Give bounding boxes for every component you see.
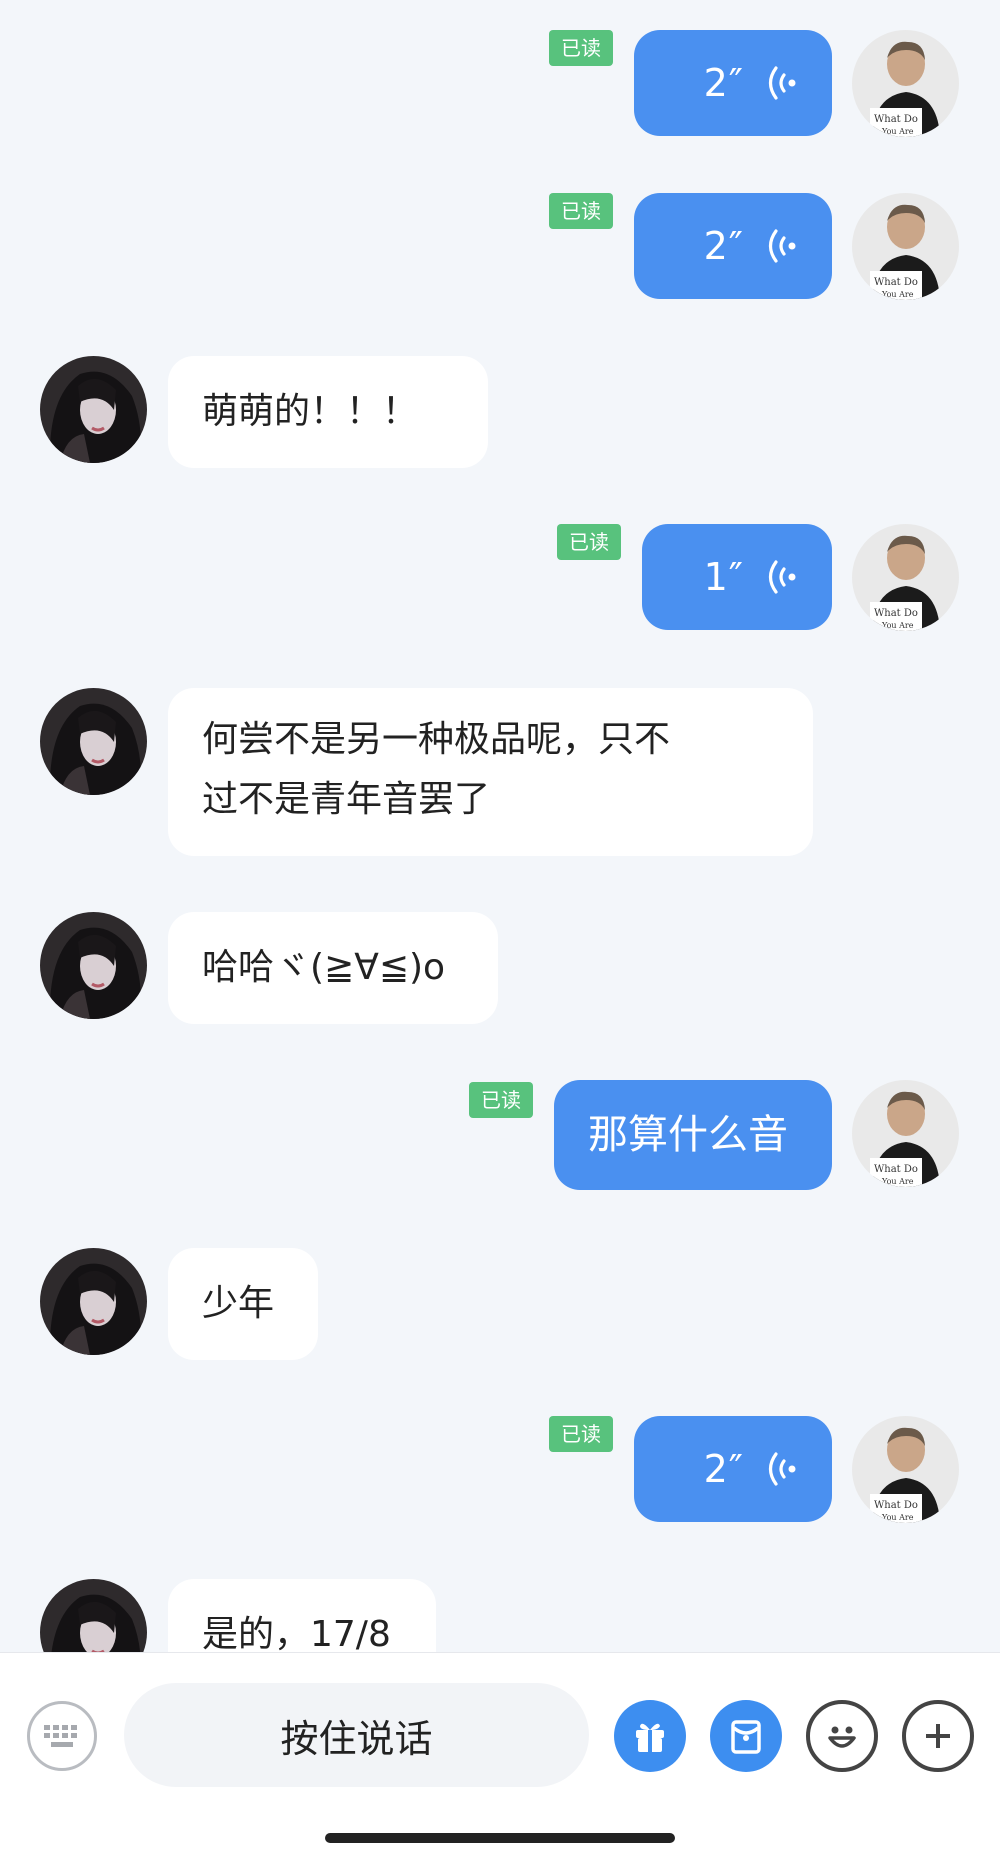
my-avatar[interactable]: [852, 524, 959, 631]
text-message-bubble[interactable]: 萌萌的！！！: [168, 356, 488, 468]
hold-to-talk-button[interactable]: 按住说话: [124, 1683, 589, 1787]
my-avatar[interactable]: [852, 193, 959, 300]
more-button[interactable]: [902, 1700, 974, 1772]
text-message-bubble[interactable]: 少年: [168, 1248, 318, 1360]
red-packet-button[interactable]: [710, 1700, 782, 1772]
text-message-bubble[interactable]: 何尝不是另一种极品呢，只不 过不是青年音罢了: [168, 688, 813, 856]
voice-duration: 2″: [703, 61, 744, 105]
message-text: 那算什么音: [588, 1112, 788, 1158]
text-message-bubble[interactable]: 哈哈ヾ(≧∀≦)o: [168, 912, 498, 1024]
contact-avatar[interactable]: [40, 1248, 147, 1355]
input-bar: 按住说话: [0, 1652, 1000, 1857]
voice-message-bubble[interactable]: 2″: [634, 1416, 832, 1522]
contact-avatar[interactable]: [40, 356, 147, 463]
text-message-bubble[interactable]: 是的，17/8: [168, 1579, 436, 1652]
my-avatar[interactable]: [852, 1416, 959, 1523]
voice-waves-icon: [764, 63, 804, 103]
message-text: 萌萌的！！！: [202, 391, 419, 432]
chat-area[interactable]: 已读 2″ 已读 2″ 萌萌的！！！ 已读 1″ 何尝不是另一种极品呢，只不 过…: [0, 0, 1000, 1652]
plus-icon: [926, 1724, 950, 1748]
contact-avatar[interactable]: [40, 912, 147, 1019]
read-badge: 已读: [549, 30, 613, 66]
read-badge: 已读: [549, 193, 613, 229]
voice-message-bubble[interactable]: 1″: [642, 524, 832, 630]
keyboard-icon: [44, 1725, 77, 1747]
voice-waves-icon: [764, 226, 804, 266]
gift-button[interactable]: [614, 1700, 686, 1772]
voice-message-bubble[interactable]: 2″: [634, 30, 832, 136]
voice-duration: 1″: [703, 555, 744, 599]
contact-avatar[interactable]: [40, 1579, 147, 1652]
voice-message-bubble[interactable]: 2″: [634, 193, 832, 299]
voice-waves-icon: [764, 557, 804, 597]
voice-duration: 2″: [703, 1447, 744, 1491]
home-indicator[interactable]: [325, 1833, 675, 1843]
message-text-line: 何尝不是另一种极品呢，只不: [202, 719, 671, 760]
contact-avatar[interactable]: [40, 688, 147, 795]
emoji-icon: [828, 1726, 856, 1748]
message-text: 是的，17/8: [202, 1614, 391, 1652]
my-avatar[interactable]: [852, 1080, 959, 1187]
read-badge: 已读: [469, 1082, 533, 1118]
keyboard-toggle-button[interactable]: [27, 1701, 97, 1771]
hold-to-talk-label: 按住说话: [280, 1716, 433, 1761]
red-packet-icon: [731, 1720, 761, 1754]
message-text: 少年: [202, 1283, 275, 1324]
my-avatar[interactable]: [852, 30, 959, 137]
voice-duration: 2″: [703, 224, 744, 268]
text-message-bubble[interactable]: 那算什么音: [554, 1080, 832, 1190]
read-badge: 已读: [557, 524, 621, 560]
message-text: 哈哈ヾ(≧∀≦)o: [202, 947, 446, 988]
read-badge: 已读: [549, 1416, 613, 1452]
gift-icon: [636, 1723, 664, 1752]
message-text-line: 过不是青年音罢了: [202, 779, 491, 820]
voice-waves-icon: [764, 1449, 804, 1489]
emoji-button[interactable]: [806, 1700, 878, 1772]
